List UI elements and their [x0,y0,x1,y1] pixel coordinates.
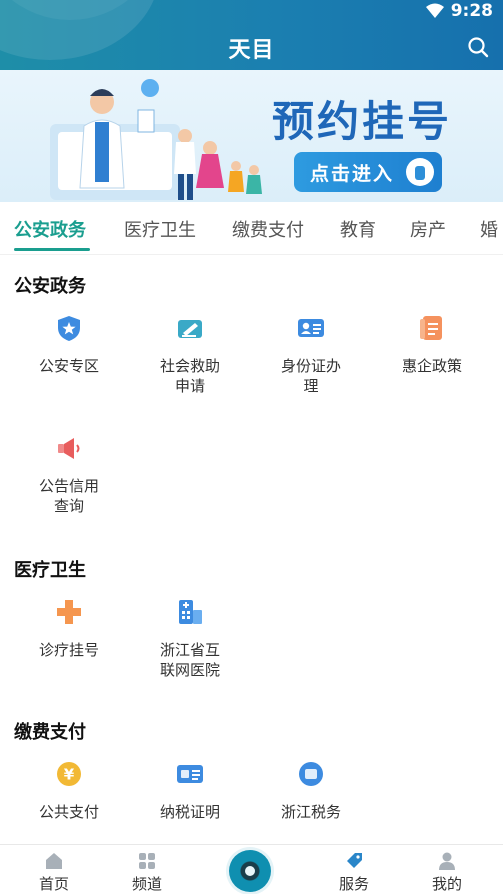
service-label: 纳税证明 [159,803,220,821]
tax-badge-icon [299,762,323,786]
nav-label: 我的 [431,875,462,893]
active-tab-indicator [14,248,90,251]
wifi-icon [425,3,444,18]
service-id-card[interactable]: 身份证办理 [251,314,371,396]
nav-label: 首页 [38,875,69,893]
category-tabs: 公安政务 医疗卫生 缴费支付 教育 房产 婚 [0,202,503,255]
search-icon[interactable] [467,36,489,58]
service-label: 公安专区 [38,357,99,375]
service-label: 浙江税务 [280,803,341,821]
service-police-zone[interactable]: 公安专区 [9,314,129,376]
service-credit-query[interactable]: 公告信用查询 [9,434,129,516]
status-time: 9:28 [450,1,493,21]
svg-text:¥: ¥ [64,766,75,784]
megaphone-icon [58,438,80,459]
banner-button-label: 点击进入 [310,162,395,185]
service-business-policy[interactable]: 惠企政策 [372,314,492,376]
app-header: 9:28 天目 [0,0,503,70]
nav-mine[interactable]: 我的 [417,849,477,894]
appointment-banner[interactable]: 预约挂号 点击进入 [0,70,503,202]
tap-icon [406,158,434,186]
service-label: 公共支付 [38,803,99,821]
tab-payment[interactable]: 缴费支付 [232,216,304,242]
id-card-icon [298,319,324,337]
service-label: 惠企政策 [401,357,462,375]
tab-police[interactable]: 公安政务 [14,216,86,242]
service-public-payment[interactable]: ¥ 公共支付 [9,760,129,822]
section-title-payment: 缴费支付 [14,722,86,743]
yuan-coin-icon: ¥ [57,762,81,786]
status-bar: 9:28 [425,0,493,22]
service-label: 诊疗挂号 [38,641,99,659]
banner-enter-button[interactable]: 点击进入 [294,152,442,192]
user-icon [439,852,455,870]
hospital-icon [179,600,202,624]
nav-label: 服务 [338,875,369,893]
grid-icon [139,853,155,869]
tax-document-icon [177,765,203,783]
service-social-aid[interactable]: 社会救助申请 [130,314,250,396]
service-label: 身份证办理 [280,357,341,395]
service-label: 社会救助申请 [159,357,220,395]
service-online-hospital[interactable]: 浙江省互联网医院 [130,598,250,680]
tab-education[interactable]: 教育 [340,216,376,242]
doctor-illustration [50,79,262,200]
service-registration[interactable]: 诊疗挂号 [9,598,129,660]
section-title-medical: 医疗卫生 [14,560,86,581]
nav-channel[interactable]: 频道 [117,849,177,894]
center-action-button[interactable] [229,850,271,892]
tab-housing[interactable]: 房产 [410,216,446,242]
pen-card-icon [178,320,202,338]
nav-home[interactable]: 首页 [24,849,84,894]
tab-marriage[interactable]: 婚 [480,216,498,242]
medical-cross-icon [57,600,81,624]
home-icon [46,853,62,869]
app-title: 天目 [228,37,275,63]
section-title-police: 公安政务 [14,276,86,297]
nav-label: 频道 [131,875,162,893]
banner-heading: 预约挂号 [272,97,453,146]
nav-service[interactable]: 服务 [324,849,384,894]
service-zhejiang-tax[interactable]: 浙江税务 [251,760,371,822]
service-list: 公安政务 公安专区 社会救助申请 身份证办理 惠企政策 公告信用查询 医疗卫生 … [0,258,503,844]
tab-medical[interactable]: 医疗卫生 [124,216,196,242]
service-tax-certificate[interactable]: 纳税证明 [130,760,250,822]
document-icon [420,316,442,340]
service-label: 公告信用查询 [38,477,99,515]
tag-icon [347,853,362,868]
service-label: 浙江省互联网医院 [159,641,220,679]
police-shield-icon [58,316,80,341]
